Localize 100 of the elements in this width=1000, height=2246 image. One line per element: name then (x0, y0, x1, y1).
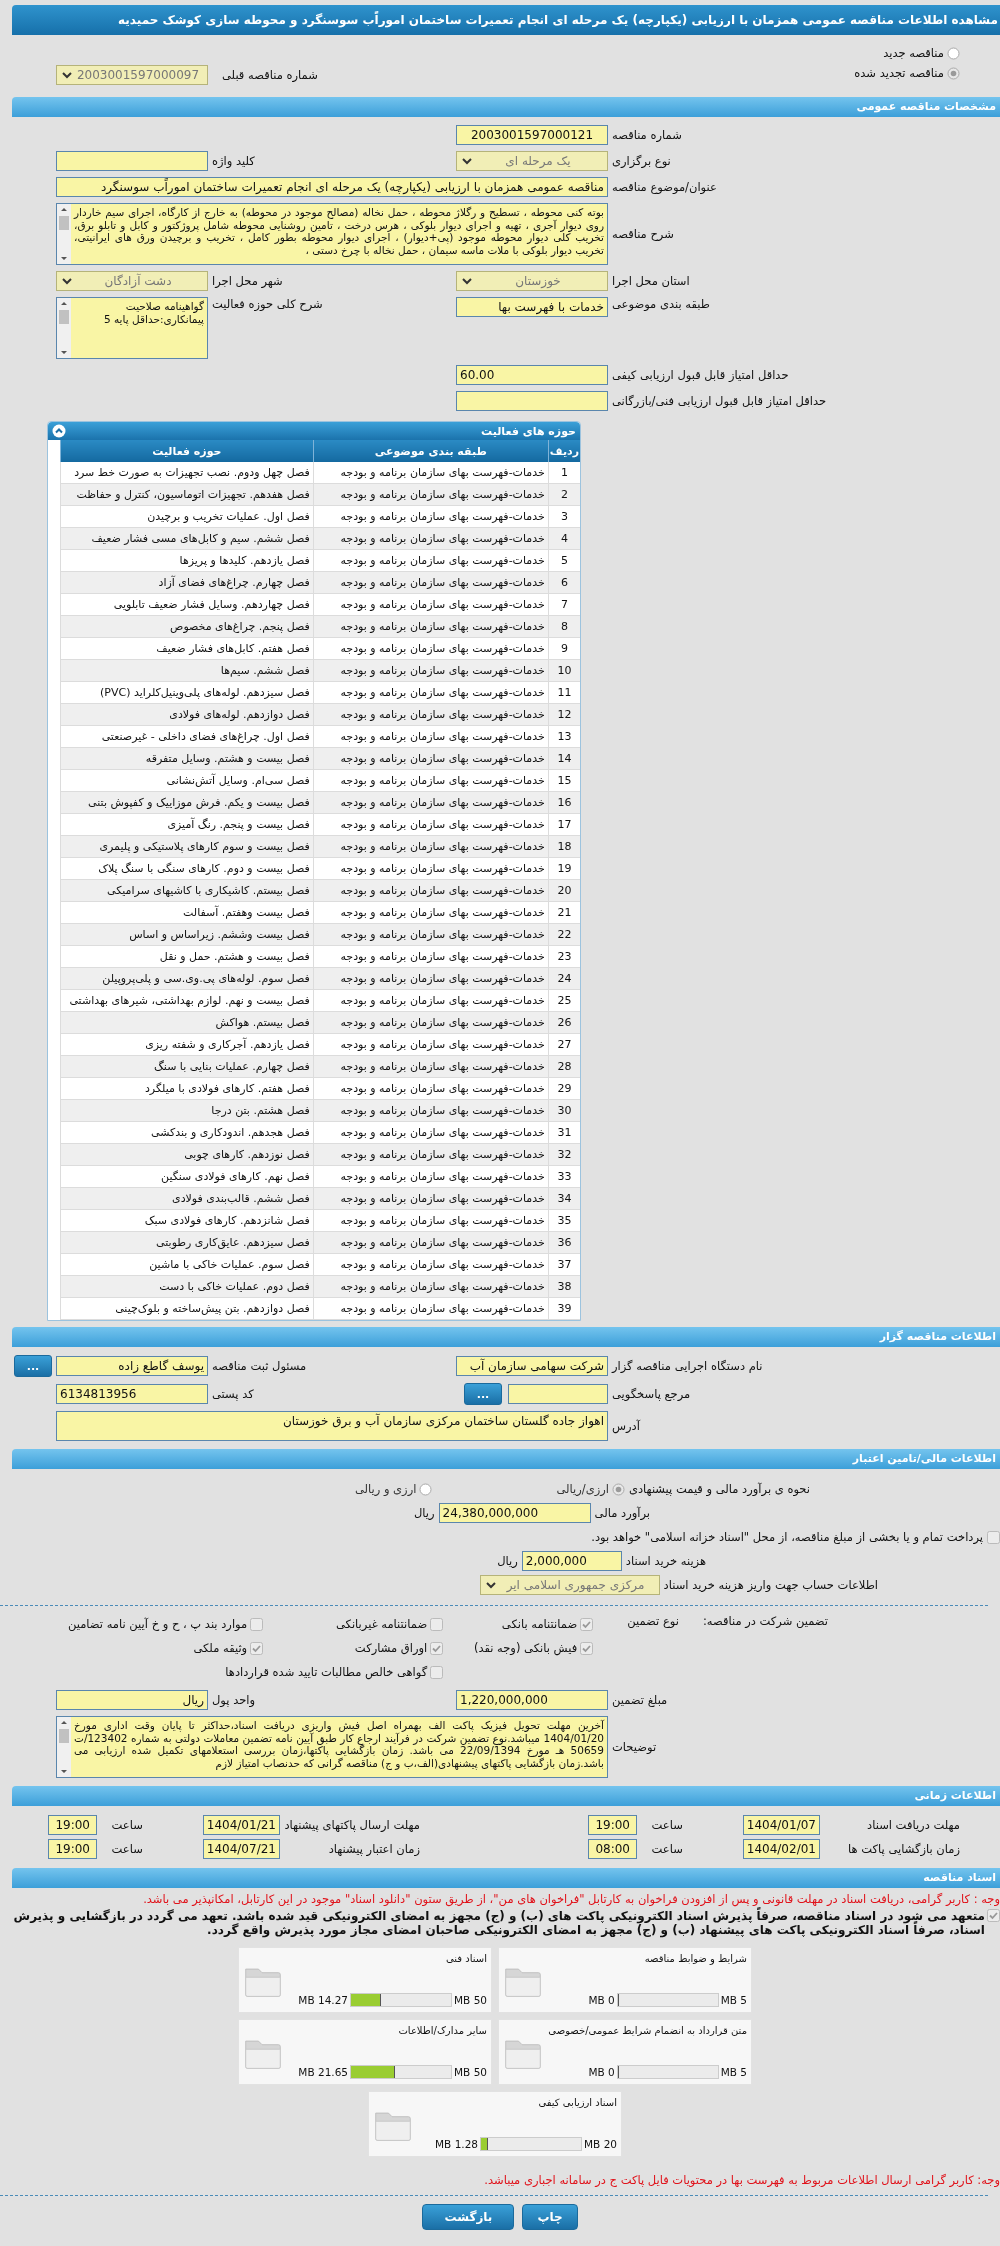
address-field[interactable]: اهواز جاده گلستان ساختمان مرکزی سازمان آب و برق خوزستان (56, 1411, 608, 1441)
field-label: اطلاعات حساب جهت واریز هزینه خرید اسناد (663, 1578, 878, 1592)
checkbox-label: ضمانتنامه غیربانکی (335, 1617, 428, 1631)
technical-score-field[interactable] (456, 391, 608, 411)
used-size: 0 MB (588, 1994, 615, 2006)
radio-button[interactable] (611, 1482, 625, 1496)
table-cell: فصل دوم. عملیات خاکی با دست (60, 1275, 314, 1298)
account-dropdown[interactable]: مرکزی جمهوری اسلامی ایر (479, 1575, 660, 1595)
checkbox[interactable] (987, 1530, 1000, 1544)
table-cell: خدمات-فهرست بهای سازمان برنامه و بودجه (313, 462, 549, 484)
browse-button[interactable]: ... (464, 1383, 502, 1405)
table-cell: خدمات-فهرست بهای سازمان برنامه و بودجه (313, 835, 549, 858)
table-cell: فصل شانزدهم. کارهای فولادی سبک (60, 1209, 314, 1232)
table-cell: خدمات-فهرست بهای سازمان برنامه و بودجه (313, 505, 549, 528)
currency-field[interactable]: ریال (56, 1690, 208, 1710)
table-cell: 5 (548, 549, 580, 572)
postal-code-field[interactable]: 6134813956 (56, 1384, 208, 1404)
field-label: ساعت (650, 1842, 683, 1856)
field-label: برآورد مالی (594, 1506, 650, 1520)
category-field[interactable]: خدمات با فهرست بها (456, 297, 608, 317)
table-cell: 24 (548, 967, 580, 990)
date-field[interactable]: 1404/07/21 (202, 1839, 280, 1859)
quality-score-field[interactable]: 60.00 (456, 365, 608, 385)
table-cell: خدمات-فهرست بهای سازمان برنامه و بودجه (313, 1099, 549, 1122)
checkbox[interactable] (580, 1617, 594, 1631)
time-field[interactable]: 19:00 (48, 1839, 98, 1859)
table-cell: خدمات-فهرست بهای سازمان برنامه و بودجه (313, 637, 549, 660)
estimate-field[interactable]: 24,380,000,000 (438, 1503, 591, 1523)
tender-number-field[interactable]: 2003001597000121 (456, 125, 608, 145)
table-cell: 29 (548, 1077, 580, 1100)
activity-summary-textarea[interactable]: گواهینامه صلاحیت پیمانکاری:حداقل پایه 5 (56, 297, 208, 359)
table-cell: فصل بیست وششم. زیراساس و اساس (60, 923, 314, 946)
chevron-down-icon (62, 71, 72, 79)
table-cell: فصل بیست و دوم. کارهای سنگی با سنگ پلاک (60, 857, 314, 880)
city-dropdown[interactable]: دشت آزادگان (56, 271, 208, 291)
date-field[interactable]: 1404/01/21 (202, 1815, 280, 1835)
collapse-icon[interactable] (52, 424, 66, 438)
table-cell: فصل چهل ودوم. نصب تجهیزات به صورت خط سرد (60, 462, 314, 484)
holding-type-dropdown[interactable]: یک مرحله ای (456, 151, 608, 171)
table-cell: خدمات-فهرست بهای سازمان برنامه و بودجه (313, 593, 549, 616)
table-cell: فصل پنجم. چراغ‌های مخصوص (60, 615, 314, 638)
table-cell: خدمات-فهرست بهای سازمان برنامه و بودجه (313, 1209, 549, 1232)
checkbox-label: وثیقه ملکی (193, 1641, 248, 1655)
reference-field[interactable] (508, 1384, 608, 1404)
scrollbar[interactable] (57, 298, 71, 358)
table-cell: خدمات-فهرست بهای سازمان برنامه و بودجه (313, 549, 549, 572)
action-button[interactable]: چاپ (522, 2204, 578, 2230)
scrollbar[interactable] (57, 204, 71, 264)
table-cell: 38 (548, 1275, 580, 1298)
time-field[interactable]: 08:00 (588, 1839, 638, 1859)
date-field[interactable]: 1404/02/01 (742, 1839, 820, 1859)
time-field[interactable]: 19:00 (48, 1815, 98, 1835)
date-field[interactable]: 1404/01/07 (742, 1815, 820, 1835)
province-dropdown[interactable]: خوزستان (456, 271, 608, 291)
table-cell: خدمات-فهرست بهای سازمان برنامه و بودجه (313, 615, 549, 638)
keyword-field[interactable] (56, 151, 208, 171)
table-cell: خدمات-فهرست بهای سازمان برنامه و بودجه (313, 1231, 549, 1254)
checkbox[interactable] (580, 1641, 594, 1655)
table-cell: 4 (548, 527, 580, 550)
time-field[interactable]: 19:00 (588, 1815, 638, 1835)
checkbox[interactable] (430, 1617, 444, 1631)
table-cell: فصل بیست و هشتم. حمل و نقل (60, 945, 314, 968)
organization-field[interactable]: شرکت سهامی سازمان آب (456, 1356, 608, 1376)
table-cell: فصل چهاردهم. وسایل فشار ضعیف تابلویی (60, 593, 314, 616)
table-cell: فصل ششم. سیم و کابل‌های مسی فشار ضعیف (60, 527, 314, 550)
size-limit: 5 MB (720, 2066, 747, 2078)
action-button[interactable]: بازگشت (422, 2204, 515, 2230)
table-cell: 23 (548, 945, 580, 968)
checkbox[interactable] (250, 1641, 264, 1655)
description-textarea[interactable]: بوته کنی محوطه ، تسطیح و رگلاژ محوطه ، حمل نخاله (مصالح موجود در محوطه) به خارج از کارگاه، اجرای سیم خاردار روی دیوار آجری ، تهیه و اجرای دیوار بلوکی ، هرس درخت ، تامین روشنایی محوطه شامل پروژکتور و کابل و تابلو برق، تخریب کلی دیوار محوطه موجود (پی+دیوار) ، اجرای دیوار محوطه بطور کامل ، تخریب و برچیدن ورق های ایرانیتی، تخریب دیوار بلوکی با ملات ماسه سیمان ، حمل نخاله با چرخ دستی ، (56, 203, 608, 265)
field-label: نحوه ی برآورد مالی و قیمت پیشنهادی (628, 1482, 810, 1496)
table-cell: فصل سیزدهم. لوله‌های پلی‌وینیل‌کلراید (PVC) (60, 681, 314, 704)
table-cell: خدمات-فهرست بهای سازمان برنامه و بودجه (313, 769, 549, 792)
table-cell: فصل سیزدهم. عایق‌کاری رطوبتی (60, 1231, 314, 1254)
checkbox[interactable] (430, 1665, 444, 1679)
checkbox[interactable] (430, 1641, 444, 1655)
radio-button[interactable] (947, 46, 960, 60)
guarantee-amount-field[interactable]: 1,220,000,000 (456, 1690, 608, 1710)
table-cell: فصل بیست و پنجم. رنگ آمیزی (60, 813, 314, 836)
table-cell: 11 (548, 681, 580, 704)
table-cell: فصل هفتم. کابل‌های فشار ضعیف (60, 637, 314, 660)
table-cell: 3 (548, 505, 580, 528)
scrollbar[interactable] (57, 1717, 71, 1777)
explanation-textarea[interactable]: آخرین مهلت تحویل فیزیک پاکت الف بهمراه اصل فیش واریزی دریافت اسناد،حداکثر تا پایان وقت اداری مورخ 1404/01/20 میباشد.نوع تضمین شرکت در فرآیند ارجاع کار طبق آیین نامه تضمین معاملات دولتی به شماره 123402/ت 50659 هـ مورخ 22/09/1394 می باشد. زمان بازگشایی پاکتها،زمان بررسی استعلامهای تکمیل شده ارزیابی می باشد.زمان بازگشایی پاکتهای پیشنهادی(الف،ب و ج) مناقصه گرانی که حدنصاب امتیاز لازم (56, 1716, 608, 1778)
radio-label: ارزی و ریالی (354, 1482, 417, 1496)
field-label: تضمین شرکت در مناقصه: (702, 1614, 828, 1628)
table-cell: خدمات-فهرست بهای سازمان برنامه و بودجه (313, 1143, 549, 1166)
table-cell: خدمات-فهرست بهای سازمان برنامه و بودجه (313, 989, 549, 1012)
checkbox[interactable] (250, 1617, 264, 1631)
notice-text: وجه : کاربر گرامی، دریافت اسناد در مهلت قانونی و پس از افزودن فراخوان به کارتابل "فراخوان های من"، از طریق ستون "دانلود اسناد" موجود در این کارتابل، امکانپذیر می باشد. (142, 1892, 1000, 1906)
browse-button[interactable]: ... (14, 1355, 52, 1377)
radio-button[interactable] (419, 1482, 433, 1496)
radio-button[interactable] (947, 66, 960, 80)
subject-field[interactable]: مناقصه عمومی همزمان با ارزیابی (یکپارچه) یک مرحله ای انجام تعمیرات ساختمان اموراًب سوسنگرد (56, 177, 608, 197)
chevron-down-icon (462, 157, 472, 165)
checkbox[interactable] (987, 1909, 1000, 1922)
document-fee-field[interactable]: 2,000,000 (521, 1551, 622, 1571)
table-cell: فصل بیست و هشتم. وسایل متفرقه (60, 747, 314, 770)
previous-tender-dropdown[interactable]: 2003001597000097 (56, 65, 208, 85)
registrar-field[interactable]: یوسف گاطع زاده (56, 1356, 208, 1376)
